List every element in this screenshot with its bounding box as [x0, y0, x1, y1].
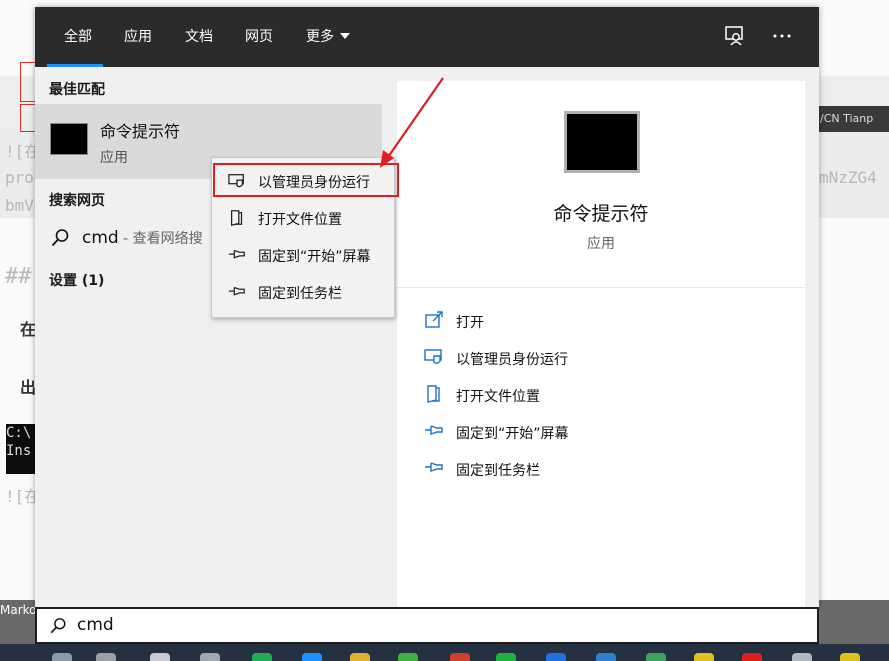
taskbar-app-icon[interactable] — [150, 653, 170, 661]
context-pin-to-taskbar-label: 固定到任务栏 — [258, 286, 342, 302]
action-pin-to-start-label: 固定到“开始”屏幕 — [456, 426, 569, 442]
search-icon — [51, 229, 69, 247]
chevron-down-icon — [340, 33, 350, 39]
action-open-file-location-label: 打开文件位置 — [456, 389, 540, 405]
taskbar-app-icon[interactable] — [450, 653, 470, 661]
best-match-heading: 最佳匹配 — [49, 82, 105, 98]
tab-documents[interactable]: 文档 — [185, 26, 213, 46]
taskbar-app-icon[interactable] — [792, 653, 812, 661]
settings-heading[interactable]: 设置 (1) — [49, 270, 104, 290]
tab-all[interactable]: 全部 — [64, 26, 92, 46]
background-browser-toolbar: /CN Tianp — [818, 106, 889, 132]
taskbar-app-icon[interactable] — [350, 653, 370, 661]
background-terminal: C:\ Ins — [6, 424, 36, 474]
web-search-result[interactable]: cmd - 查看网络搜 — [82, 228, 203, 248]
taskbar-app-icon[interactable] — [546, 653, 566, 661]
command-prompt-icon — [50, 123, 88, 155]
background-bold-text: 出 — [20, 378, 37, 397]
taskbar-app-icon[interactable] — [302, 653, 322, 661]
search-icon — [50, 618, 66, 634]
taskbar-app-icon[interactable] — [596, 653, 616, 661]
context-pin-to-taskbar[interactable]: 固定到任务栏 — [212, 274, 394, 311]
annotation-highlight-box — [213, 163, 399, 197]
shield-icon — [424, 349, 442, 364]
context-open-file-location-label: 打开文件位置 — [258, 212, 342, 228]
pin-icon — [425, 462, 443, 472]
detail-title: 命令提示符 — [553, 203, 649, 225]
taskbar-app-icon[interactable] — [52, 653, 72, 661]
background-heading: ## — [5, 264, 32, 289]
action-pin-to-taskbar-label: 固定到任务栏 — [456, 463, 540, 479]
background-annotation-box — [20, 62, 36, 102]
background-text-line: bmV — [5, 196, 34, 215]
taskbar-app-icon[interactable] — [252, 653, 272, 661]
background-bold-text: 在 — [20, 320, 37, 339]
pin-icon — [228, 249, 245, 259]
background-status-label: Marko — [0, 603, 37, 617]
best-match-title: 命令提示符 — [100, 122, 181, 141]
taskbar-app-icon[interactable] — [742, 653, 762, 661]
command-prompt-large-icon — [564, 111, 640, 173]
taskbar-app-icon[interactable] — [694, 653, 714, 661]
taskbar-app-icon[interactable] — [200, 653, 220, 661]
taskbar-app-icon[interactable] — [96, 653, 116, 661]
search-tabs-bar: 全部 应用 文档 网页 更多 — [35, 7, 819, 67]
best-match-subtitle: 应用 — [100, 150, 128, 166]
context-open-file-location[interactable]: 打开文件位置 — [212, 200, 394, 237]
folder-icon — [427, 385, 440, 403]
action-run-as-admin-label: 以管理员身份运行 — [456, 352, 568, 368]
folder-icon — [230, 210, 243, 227]
web-search-query: cmd — [82, 228, 119, 248]
feedback-icon[interactable] — [723, 24, 747, 48]
search-input[interactable] — [75, 614, 679, 636]
tab-web[interactable]: 网页 — [245, 26, 273, 46]
search-panel: 全部 应用 文档 网页 更多 最佳匹配 命令提示符 应用 搜索网页 cmd - … — [35, 7, 819, 607]
context-pin-to-start[interactable]: 固定到“开始”屏幕 — [212, 237, 394, 274]
tab-more[interactable]: 更多 — [306, 26, 350, 46]
action-open-label: 打开 — [456, 315, 484, 331]
taskbar-app-icon[interactable] — [646, 653, 666, 661]
pin-icon — [425, 425, 443, 435]
terminal-line: Ins — [6, 443, 32, 459]
web-search-suffix: - 查看网络搜 — [118, 231, 203, 247]
taskbar-app-icon[interactable] — [398, 653, 418, 661]
context-pin-to-start-label: 固定到“开始”屏幕 — [258, 249, 371, 265]
open-icon — [425, 311, 443, 328]
tab-apps[interactable]: 应用 — [124, 26, 152, 46]
background-text-line: mNzZG4 — [819, 168, 877, 187]
background-toolbar-label: /CN Tianp — [820, 112, 874, 125]
tab-more-label: 更多 — [306, 29, 334, 45]
terminal-line: C:\ — [6, 425, 32, 441]
pin-icon — [228, 286, 245, 296]
background-annotation-box-2 — [20, 104, 36, 132]
more-options-icon[interactable] — [770, 24, 794, 48]
detail-divider — [397, 287, 805, 288]
detail-subtitle: 应用 — [587, 236, 615, 252]
taskbar-app-icon[interactable] — [496, 653, 516, 661]
search-web-heading: 搜索网页 — [49, 193, 105, 209]
taskbar-app-icon[interactable] — [840, 653, 860, 661]
search-box[interactable] — [35, 607, 819, 644]
